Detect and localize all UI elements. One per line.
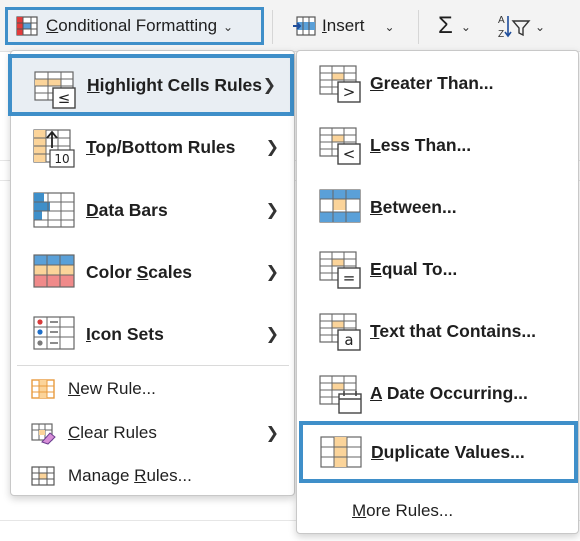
menu-item-top-bottom-rules[interactable]: 10 Top/Bottom Rules ❯ <box>12 116 293 178</box>
submenu-item-greater-than[interactable]: > Greater Than... <box>298 52 578 114</box>
less-than-icon: < <box>319 127 361 165</box>
highlight-cells-icon: ≤ <box>34 71 76 109</box>
submenu-item-label: Less Than... <box>370 134 472 155</box>
conditional-formatting-icon <box>16 16 38 36</box>
conditional-formatting-label: Conditional Formatting <box>46 16 218 35</box>
insert-button[interactable]: Insert ⌄ <box>288 7 408 45</box>
equal-to-icon: = <box>319 251 361 289</box>
menu-item-label: Top/Bottom Rules <box>86 136 236 157</box>
submenu-item-label: A Date Occurring... <box>370 382 528 403</box>
menu-item-label: Color Scales <box>86 261 193 282</box>
menu-item-manage-rules[interactable]: Manage Rules... <box>12 454 293 498</box>
text-contains-icon: a <box>319 313 361 351</box>
manage-rules-icon <box>31 466 55 486</box>
svg-text:Z: Z <box>498 29 504 39</box>
new-rule-icon <box>31 379 55 399</box>
autosum-button[interactable]: Σ ⌄ <box>438 7 488 45</box>
ribbon-separator <box>272 10 273 44</box>
submenu-item-label: Equal To... <box>370 258 458 279</box>
svg-text:≤: ≤ <box>58 89 71 107</box>
menu-item-data-bars[interactable]: Data Bars ❯ <box>12 179 293 241</box>
svg-text:=: = <box>343 269 356 287</box>
between-icon <box>319 189 361 223</box>
menu-item-label: Clear Rules <box>68 423 157 442</box>
chevron-right-icon: ❯ <box>265 425 279 442</box>
insert-cells-icon <box>293 16 316 36</box>
menu-item-color-scales[interactable]: Color Scales ❯ <box>12 241 293 303</box>
svg-text:A: A <box>498 15 505 26</box>
submenu-item-date-occurring[interactable]: A Date Occurring... <box>298 362 578 424</box>
more-rules-link[interactable]: More Rules... <box>352 501 453 521</box>
icon-sets-icon <box>33 316 75 350</box>
menu-item-label: New Rule... <box>68 379 156 398</box>
greater-than-icon: > <box>319 65 361 103</box>
submenu-item-label: Duplicate Values... <box>371 441 525 462</box>
submenu-item-text-contains[interactable]: a Text that Contains... <box>298 300 578 362</box>
submenu-item-less-than[interactable]: < Less Than... <box>298 114 578 176</box>
svg-text:10: 10 <box>54 152 69 166</box>
top-bottom-icon: 10 <box>33 129 75 168</box>
menu-item-label: Data Bars <box>86 199 168 220</box>
submenu-item-equal-to[interactable]: = Equal To... <box>298 238 578 300</box>
chevron-down-icon: ⌄ <box>460 20 471 34</box>
clear-rules-icon <box>31 423 56 445</box>
submenu-item-label: Greater Than... <box>370 72 494 93</box>
submenu-item-label: Between... <box>370 196 457 217</box>
chevron-down-icon: ⌄ <box>223 20 234 34</box>
submenu-item-between[interactable]: Between... <box>298 176 578 238</box>
sort-filter-icon: A Z <box>498 15 531 39</box>
chevron-right-icon: ❯ <box>265 326 279 343</box>
ribbon-separator <box>418 10 419 44</box>
menu-item-label: Icon Sets <box>86 323 164 344</box>
menu-item-new-rule[interactable]: New Rule... <box>12 367 293 411</box>
chevron-right-icon: ❯ <box>262 77 276 94</box>
menu-separator <box>17 365 289 366</box>
svg-text:>: > <box>343 83 356 101</box>
menu-item-label: Manage Rules... <box>68 466 192 485</box>
menu-item-label: Highlight Cells Rules <box>87 74 263 95</box>
svg-text:a: a <box>344 331 353 349</box>
duplicate-values-icon <box>320 436 362 468</box>
ribbon: Conditional Formatting ⌄ Insert ⌄ Σ ⌄ A … <box>0 0 580 52</box>
menu-item-highlight-cells-rules[interactable]: ≤ Highlight Cells Rules ❯ <box>8 54 294 116</box>
chevron-down-icon: ⌄ <box>384 20 395 34</box>
chevron-right-icon: ❯ <box>265 264 279 281</box>
submenu-item-duplicate-values[interactable]: Duplicate Values... <box>299 421 578 483</box>
conditional-formatting-button[interactable]: Conditional Formatting ⌄ <box>5 7 264 45</box>
color-scales-icon <box>33 254 75 288</box>
date-occurring-icon <box>319 375 362 414</box>
data-bars-icon <box>33 192 75 228</box>
conditional-formatting-menu: ≤ Highlight Cells Rules ❯ 10 Top/Bottom … <box>8 50 295 498</box>
submenu-item-label: Text that Contains... <box>370 320 536 341</box>
svg-text:<: < <box>343 145 356 163</box>
sort-filter-button[interactable]: A Z ⌄ <box>497 7 557 45</box>
sigma-icon: Σ <box>438 12 453 39</box>
menu-item-clear-rules[interactable]: Clear Rules ❯ <box>12 411 293 455</box>
menu-item-icon-sets[interactable]: Icon Sets ❯ <box>12 303 293 365</box>
chevron-down-icon: ⌄ <box>535 20 546 34</box>
insert-label: Insert <box>322 16 365 35</box>
chevron-right-icon: ❯ <box>265 202 279 219</box>
highlight-cells-rules-submenu: > Greater Than... < Less Than... Between… <box>296 50 579 534</box>
chevron-right-icon: ❯ <box>265 139 279 156</box>
